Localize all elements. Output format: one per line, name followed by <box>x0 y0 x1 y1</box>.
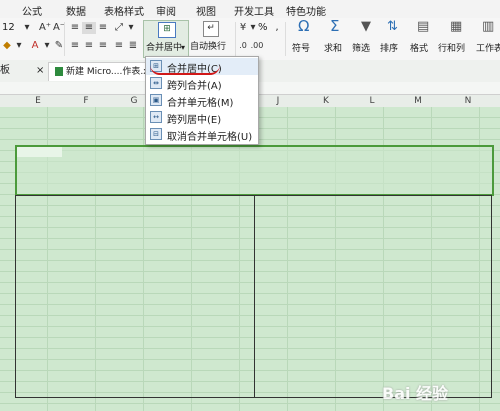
justify-icon[interactable]: ≡ <box>112 40 126 52</box>
merge-cells-icon: ▣ <box>150 94 162 106</box>
distributed-icon[interactable]: ≣ <box>126 40 140 52</box>
funnel-icon: ▼ <box>361 19 371 34</box>
red-annotation-underline <box>150 65 220 75</box>
document-tab-label: 新建 Micro....作表.xls <box>66 67 156 77</box>
merge-cells-item-label: 合并单元格(M) <box>167 98 234 109</box>
merge-across-icon: ⇹ <box>150 77 162 89</box>
format-label: 格式 <box>410 44 429 54</box>
increase-decimal-icon[interactable]: .0 <box>236 40 250 52</box>
merge-center-label: 合并居中 <box>146 43 183 53</box>
align-middle-icon[interactable]: ≡ <box>82 22 96 34</box>
sigma-icon: Σ <box>330 17 340 35</box>
worksheet-label: 工作表 <box>476 44 500 54</box>
column-header-m[interactable]: M <box>413 95 423 107</box>
wrap-text-label: 自动换行 <box>190 42 227 52</box>
column-header-g[interactable]: G <box>129 95 139 107</box>
worksheet-button[interactable]: ▥ 工作表 <box>474 20 500 56</box>
menu-formulas[interactable]: 公式 <box>22 3 42 18</box>
symbol-label: 符号 <box>292 44 311 54</box>
baidu-watermark: Bai 经验 <box>382 384 449 403</box>
close-icon[interactable]: × <box>36 65 44 77</box>
align-bottom-icon[interactable]: ≡ <box>96 22 110 34</box>
dropdown-arrow-icon[interactable]: ▾ <box>124 22 138 34</box>
unmerge-cells-icon: ⊟ <box>150 128 162 140</box>
merge-cells-item[interactable]: ▣ 合并单元格(M) <box>146 92 258 109</box>
center-across-item[interactable]: ↔ 跨列居中(E) <box>146 109 258 126</box>
menu-bar: 公式 数据 表格样式 审阅 视图 开发工具 特色功能 <box>0 0 500 19</box>
sum-button[interactable]: Σ 求和 <box>322 17 352 56</box>
center-across-icon: ↔ <box>150 111 162 123</box>
tab-fragment[interactable]: 板 <box>0 65 10 77</box>
omega-icon: Ω <box>298 17 310 35</box>
thousands-icon[interactable]: ‚ <box>270 22 284 34</box>
sort-button[interactable]: ⇅ 排序 <box>378 20 408 56</box>
decrease-decimal-icon[interactable]: .00 <box>250 40 264 52</box>
menu-data[interactable]: 数据 <box>66 3 86 18</box>
dropdown-arrow-icon[interactable]: ▾ <box>20 22 34 34</box>
percent-button[interactable]: % <box>258 22 268 34</box>
align-right-icon[interactable]: ≡ <box>96 40 110 52</box>
unmerge-cells-item-label: 取消合并单元格(U) <box>167 132 253 143</box>
wrap-text-icon: ↵ <box>203 21 219 37</box>
dropdown-arrow-icon: ▾ <box>181 43 186 52</box>
column-header-n[interactable]: N <box>463 95 473 107</box>
bordered-range-right[interactable] <box>253 195 492 398</box>
menu-table-style[interactable]: 表格样式 <box>104 3 144 18</box>
bordered-range-left[interactable] <box>15 195 255 398</box>
column-header-j[interactable]: J <box>273 95 283 107</box>
column-header-e[interactable]: E <box>33 95 43 107</box>
ribbon: 12 ▾ A⁺ A⁻ ◆ ▾ A ▾ ✎ ≡ ≡ ≡ ⤢ ▾ ≡ ≡ ≡ ≡ ≣… <box>0 18 500 61</box>
menu-developer[interactable]: 开发工具 <box>234 3 274 18</box>
rows-columns-icon: ▦ <box>450 19 463 34</box>
align-left-icon[interactable]: ≡ <box>68 40 82 52</box>
align-center-icon[interactable]: ≡ <box>82 40 96 52</box>
filter-label: 筛选 <box>352 44 371 54</box>
selected-merge-range[interactable] <box>15 145 494 196</box>
menu-special-features[interactable]: 特色功能 <box>286 3 326 18</box>
center-across-item-label: 跨列居中(E) <box>167 115 222 126</box>
format-button[interactable]: ▤ 格式 <box>408 20 438 56</box>
column-header-f[interactable]: F <box>81 95 91 107</box>
dropdown-arrow-icon[interactable]: ▾ <box>12 40 26 52</box>
font-size-field[interactable]: 12 <box>2 22 15 34</box>
menu-review[interactable]: 审阅 <box>156 3 176 18</box>
rows-columns-button[interactable]: ▦ 行和列 <box>438 20 474 56</box>
merge-center-button[interactable]: ⊞ 合并居中 ▾ <box>143 20 189 58</box>
sort-icon: ⇅ <box>387 19 398 34</box>
symbol-button[interactable]: Ω 符号 <box>290 17 320 56</box>
column-header-l[interactable]: L <box>367 95 377 107</box>
wrap-text-button[interactable]: ↵ 自动换行 <box>190 20 232 56</box>
rows-columns-label: 行和列 <box>438 44 466 54</box>
worksheet-icon: ▥ <box>482 20 495 34</box>
merge-across-item-label: 跨列合并(A) <box>167 81 222 92</box>
menu-view[interactable]: 视图 <box>196 3 216 18</box>
increase-font-icon[interactable]: A⁺ <box>38 22 52 34</box>
sort-label: 排序 <box>380 44 399 54</box>
sum-label: 求和 <box>324 44 343 54</box>
align-top-icon[interactable]: ≡ <box>68 22 82 34</box>
document-tab[interactable]: 新建 Micro....作表.xls <box>48 62 156 81</box>
unmerge-cells-item[interactable]: ⊟ 取消合并单元格(U) <box>146 126 258 143</box>
merge-across-item[interactable]: ⇹ 跨列合并(A) <box>146 75 258 92</box>
format-icon: ▤ <box>417 19 430 34</box>
merge-cells-icon: ⊞ <box>158 22 176 38</box>
column-header-k[interactable]: K <box>321 95 331 107</box>
excel-file-icon <box>55 67 63 76</box>
